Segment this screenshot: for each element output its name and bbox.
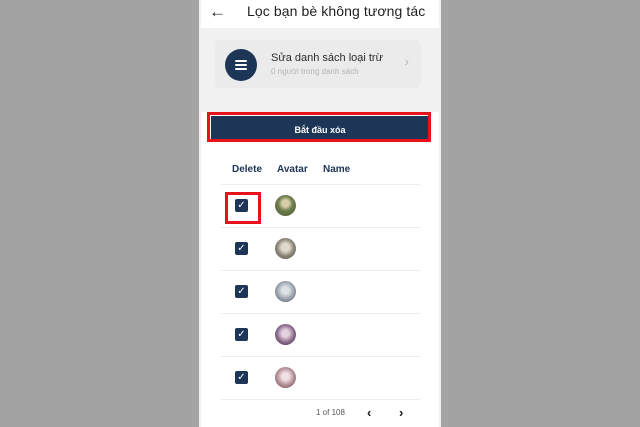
top-bar: ← Lọc bạn bè không tương tác (201, 0, 439, 28)
exclusion-list-card[interactable]: Sửa danh sách loại trừ 0 người trong dan… (215, 40, 421, 88)
exclusion-card-subtitle: 0 người trong danh sách (271, 67, 359, 76)
highlight-frame-button (207, 112, 431, 142)
delete-checkbox[interactable]: ✓ (235, 242, 248, 255)
avatar (275, 367, 296, 388)
avatar (275, 238, 296, 259)
avatar (275, 324, 296, 345)
delete-checkbox[interactable]: ✓ (235, 371, 248, 384)
table-divider (221, 399, 420, 400)
column-header-delete: Delete (232, 164, 263, 175)
delete-checkbox[interactable]: ✓ (235, 328, 248, 341)
page-title: Lọc bạn bè không tương tác (247, 3, 426, 19)
chevron-right-icon: › (404, 53, 409, 69)
table-row: ✓ (221, 357, 420, 399)
column-header-avatar: Avatar (277, 164, 308, 175)
avatar (275, 195, 296, 216)
table-row: ✓ (221, 314, 420, 356)
exclusion-section: Sửa danh sách loại trừ 0 người trong dan… (201, 28, 439, 100)
table-row: ✓ (221, 228, 420, 270)
table-row: ✓ (221, 271, 420, 313)
section-divider (201, 100, 439, 112)
avatar (275, 281, 296, 302)
exclusion-card-title: Sửa danh sách loại trừ (271, 52, 383, 64)
chevron-left-icon[interactable]: ‹ (367, 405, 371, 420)
menu-icon (225, 49, 257, 81)
chevron-right-icon[interactable]: › (399, 405, 403, 420)
delete-checkbox[interactable]: ✓ (235, 285, 248, 298)
arrow-left-icon[interactable]: ← (209, 1, 226, 23)
column-header-name: Name (323, 164, 351, 175)
pagination-label: 1 of 108 (316, 408, 345, 417)
highlight-frame-checkbox (225, 192, 261, 224)
